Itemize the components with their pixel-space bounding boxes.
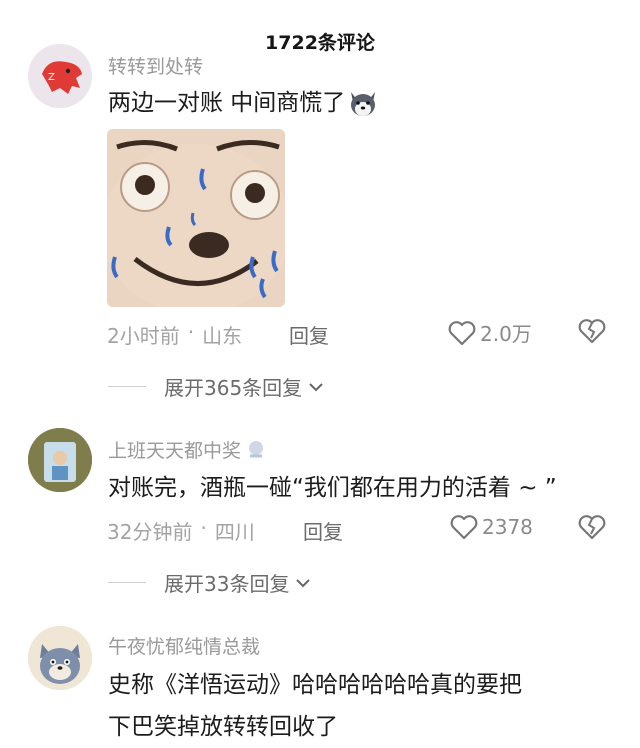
- broken-heart-icon[interactable]: [578, 318, 606, 344]
- comment-body: 两边一对账 中间商慌了: [108, 90, 346, 116]
- username-text: 上班天天都中奖: [108, 440, 242, 462]
- expand-replies-label: 展开33条回复: [164, 572, 290, 596]
- comment-time: 2小时前: [107, 324, 180, 348]
- like-button[interactable]: 2378: [450, 514, 533, 540]
- cartoon-cat-avatar-icon: [28, 626, 92, 690]
- reply-button[interactable]: 回复: [303, 516, 343, 545]
- comment-text: 对账完，酒瓶一碰“我们都在用力的活着 ~ ”: [108, 475, 557, 501]
- sweating-dog-face-icon: [107, 129, 285, 307]
- sweating-face-sticker-image[interactable]: [107, 129, 285, 307]
- comment-username[interactable]: 上班天天都中奖: [108, 436, 267, 463]
- comment-text: 两边一对账 中间商慌了: [108, 82, 379, 124]
- meta-separator: ·: [200, 516, 207, 540]
- svg-text:Z: Z: [48, 72, 55, 83]
- comment-location: 四川: [214, 520, 255, 544]
- page-title: 1722条评论: [265, 32, 375, 54]
- chevron-down-icon: [308, 381, 324, 393]
- divider-line: [108, 582, 146, 583]
- like-count: 2378: [482, 515, 533, 539]
- comment-location: 山东: [202, 324, 243, 348]
- comment-username[interactable]: 转转到处转: [108, 52, 203, 79]
- comment-username[interactable]: 午夜忧郁纯情总裁: [108, 632, 260, 659]
- snowflake-badge-icon: [245, 440, 267, 460]
- chevron-down-icon: [295, 577, 311, 589]
- expand-replies-button[interactable]: 展开365条回复: [108, 372, 324, 401]
- expand-replies-button[interactable]: 展开33条回复: [108, 568, 311, 597]
- avatar[interactable]: [28, 428, 92, 492]
- comment-meta: 2小时前 · 山东: [107, 320, 242, 349]
- comment-time: 32分钟前: [107, 520, 193, 544]
- comment-meta: 32分钟前 · 四川: [107, 516, 255, 545]
- avatar[interactable]: Z: [28, 44, 92, 108]
- comment-text: 史称《洋悟运动》哈哈哈哈哈哈真的要把 下巴笑掉放转转回收了: [108, 664, 522, 748]
- heart-icon: [450, 514, 478, 540]
- comment-text-line: 史称《洋悟运动》哈哈哈哈哈哈真的要把: [108, 672, 522, 698]
- heart-icon: [448, 320, 476, 346]
- like-button[interactable]: 2.0万: [448, 318, 532, 347]
- like-count: 2.0万: [480, 322, 532, 346]
- landscape-photo-avatar-icon: [28, 428, 92, 492]
- husky-dog-emoji-icon: [347, 88, 379, 118]
- meta-separator: ·: [187, 320, 195, 344]
- expand-replies-label: 展开365条回复: [164, 376, 303, 400]
- avatar[interactable]: [28, 626, 92, 690]
- red-dog-avatar-icon: Z: [28, 44, 92, 108]
- comment-text-line: 下巴笑掉放转转回收了: [108, 714, 338, 740]
- reply-button[interactable]: 回复: [289, 320, 329, 349]
- divider-line: [108, 386, 146, 387]
- broken-heart-icon[interactable]: [578, 514, 606, 540]
